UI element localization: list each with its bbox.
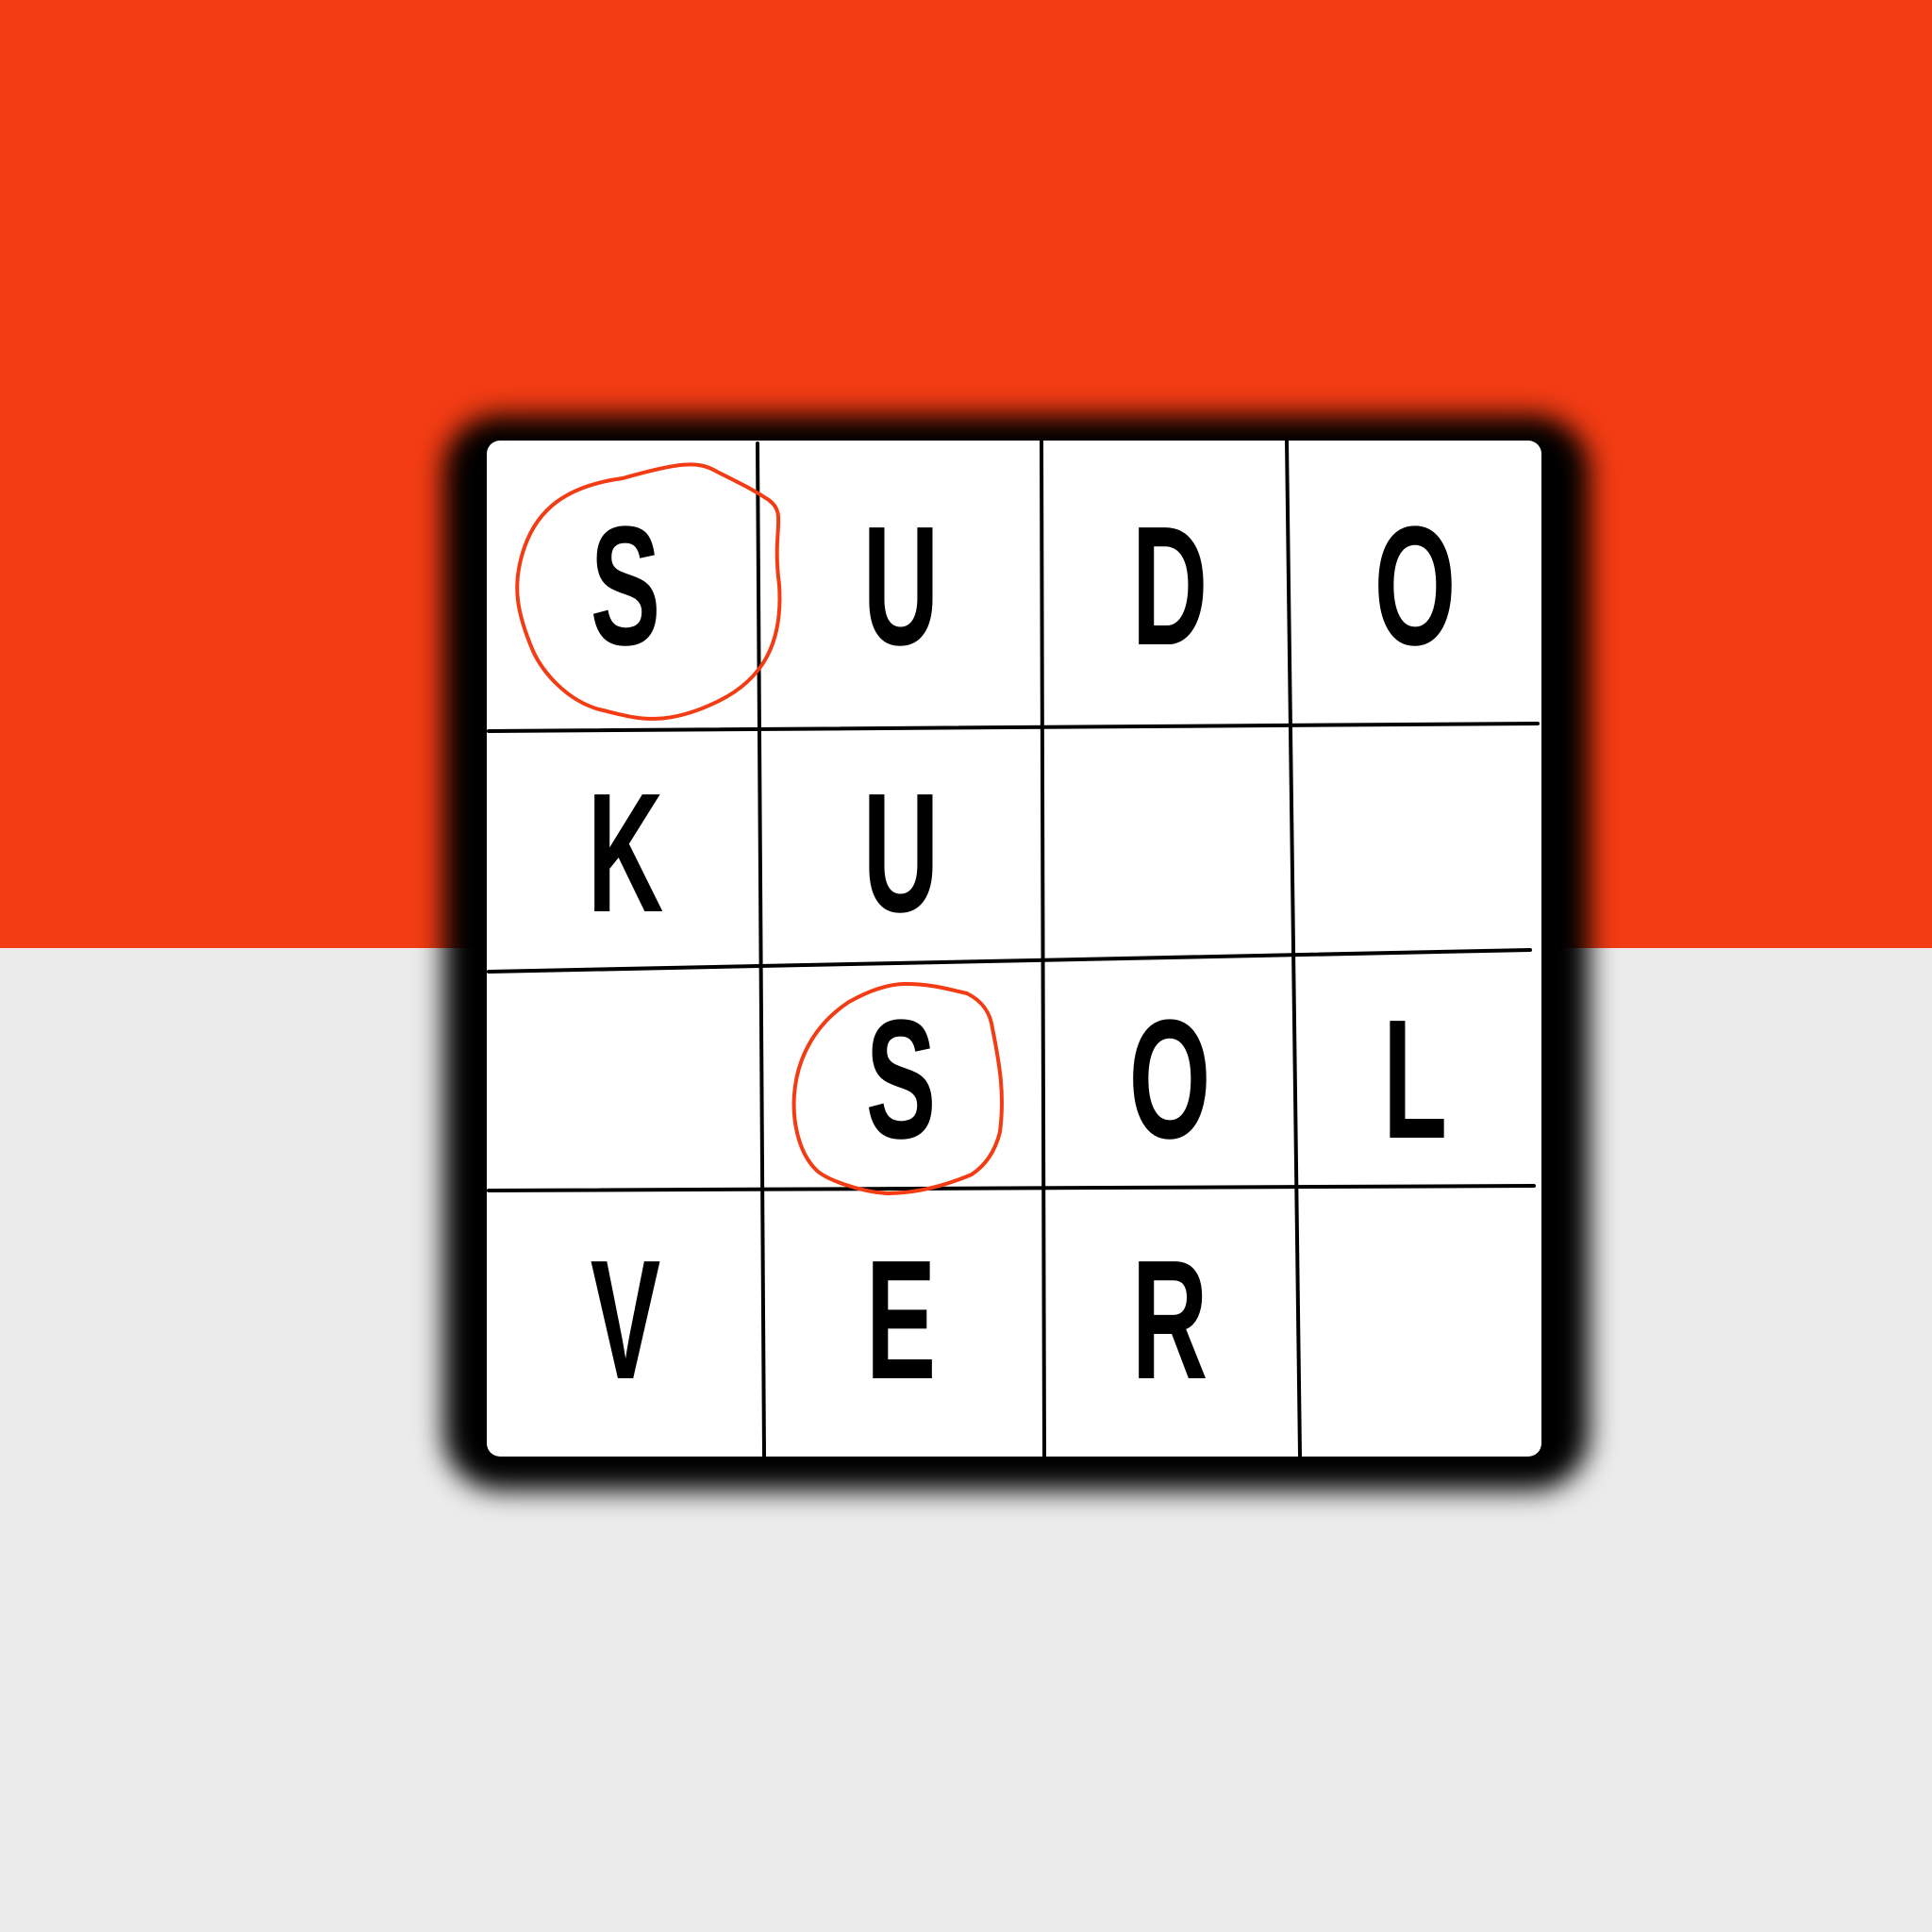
logo-letter: U: [862, 491, 940, 681]
logo-letter: K: [587, 758, 664, 948]
logo-letter: S: [865, 985, 937, 1174]
logo-letter: E: [865, 1225, 937, 1415]
logo-letter: S: [590, 491, 661, 681]
logo-letter: L: [1382, 985, 1448, 1174]
logo-letter: U: [862, 758, 940, 948]
logo-letter: V: [590, 1225, 661, 1415]
logo-letter: O: [1374, 491, 1457, 681]
logo-letter: O: [1128, 985, 1211, 1174]
logo-letter: D: [1131, 491, 1208, 681]
logo-letter: R: [1131, 1225, 1208, 1415]
